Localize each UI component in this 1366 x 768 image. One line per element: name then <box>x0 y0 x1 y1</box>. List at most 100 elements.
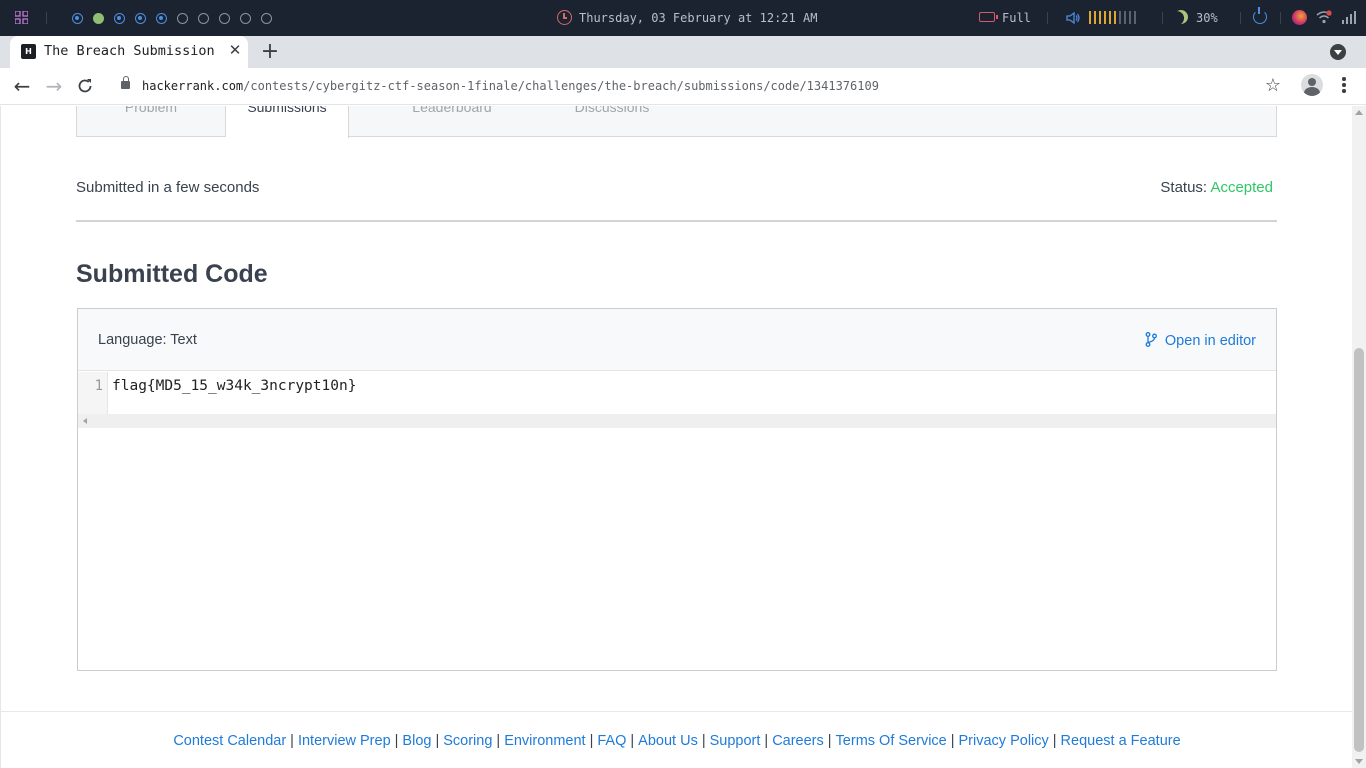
back-button[interactable]: ← <box>10 74 34 98</box>
footer-link-careers[interactable]: Careers <box>772 733 824 749</box>
profile-avatar-icon[interactable] <box>1301 74 1323 96</box>
volume-bar <box>1109 11 1111 24</box>
battery-status: Full <box>1002 11 1031 25</box>
night-light-level: 30% <box>1196 11 1218 25</box>
lock-icon[interactable] <box>121 76 130 89</box>
browser-menu-icon[interactable] <box>1337 77 1351 95</box>
scroll-up-icon[interactable] <box>1355 110 1363 115</box>
tab-discussions[interactable]: Discussions <box>537 106 687 137</box>
footer-link-contest-calendar[interactable]: Contest Calendar <box>173 733 286 749</box>
tab-leaderboard[interactable]: Leaderboard <box>377 106 527 137</box>
footer-separator: | <box>950 733 955 749</box>
footer-separator: | <box>589 733 594 749</box>
browser-toolbar: ← → hackerrank.com/contests/cybergitz-ct… <box>0 68 1366 105</box>
forward-button[interactable]: → <box>42 74 66 98</box>
scroll-left-icon[interactable] <box>83 418 87 424</box>
divider <box>1240 12 1241 24</box>
volume-bar <box>1119 11 1121 24</box>
browser-tab-strip: H The Breach Submission ✕ + <box>0 36 1366 68</box>
new-tab-button[interactable]: + <box>258 41 282 65</box>
footer-separator: | <box>827 733 832 749</box>
signal-icon <box>1342 11 1356 24</box>
tab-title: The Breach Submission <box>44 43 214 59</box>
footer-separator: | <box>1052 733 1057 749</box>
submission-status: Status: Accepted <box>1160 179 1273 196</box>
footer-link-scoring[interactable]: Scoring <box>443 733 492 749</box>
apps-grid-icon[interactable] <box>15 11 28 24</box>
submission-time: Submitted in a few seconds <box>76 179 260 196</box>
scroll-thumb[interactable] <box>1354 348 1364 752</box>
power-icon[interactable] <box>1253 7 1267 24</box>
status-badge: Accepted <box>1210 179 1273 196</box>
code-language: Language: Text <box>98 332 197 348</box>
workspace-indicator-7[interactable] <box>198 13 209 24</box>
line-number-gutter: 1 <box>78 372 108 414</box>
code-panel: Language: Text Open in editor 1 flag{MD5… <box>77 308 1277 671</box>
clock-text: Thursday, 03 February at 12:21 AM <box>579 11 818 25</box>
tab-close-icon[interactable]: ✕ <box>226 42 244 60</box>
divider <box>76 220 1277 222</box>
volume-bar <box>1129 11 1131 24</box>
bookmark-star-icon[interactable]: ☆ <box>1265 75 1281 96</box>
page-scrollbar[interactable] <box>1352 106 1366 768</box>
workspace-indicator-3[interactable] <box>114 13 125 24</box>
footer-link-request-a-feature[interactable]: Request a Feature <box>1061 733 1181 749</box>
footer-link-faq[interactable]: FAQ <box>597 733 626 749</box>
workspace-indicator-9[interactable] <box>240 13 251 24</box>
reload-icon[interactable] <box>76 77 94 95</box>
footer-link-environment[interactable]: Environment <box>504 733 585 749</box>
footer-separator: | <box>496 733 501 749</box>
footer-separator: | <box>435 733 440 749</box>
footer-separator: | <box>764 733 769 749</box>
volume-bar <box>1094 11 1096 24</box>
volume-bar <box>1089 11 1091 24</box>
line-number: 1 <box>94 378 103 394</box>
divider <box>1280 12 1281 24</box>
volume-bar <box>1104 11 1106 24</box>
workspace-indicator-1[interactable] <box>72 13 83 24</box>
scroll-down-icon[interactable] <box>1355 759 1363 764</box>
workspace-indicator-4[interactable] <box>135 13 146 24</box>
footer-link-support[interactable]: Support <box>710 733 761 749</box>
workspace-indicator-6[interactable] <box>177 13 188 24</box>
wifi-icon[interactable] <box>1316 10 1332 24</box>
status-label: Status: <box>1160 179 1208 196</box>
footer-link-about-us[interactable]: About Us <box>638 733 698 749</box>
workspace-indicator-2[interactable] <box>93 13 104 24</box>
workspace-indicator-5[interactable] <box>156 13 167 24</box>
volume-bar <box>1134 11 1136 24</box>
workspace-indicator-10[interactable] <box>261 13 272 24</box>
tab-search-icon[interactable] <box>1330 44 1346 60</box>
footer-separator: | <box>290 733 294 749</box>
workspace-indicator-8[interactable] <box>219 13 230 24</box>
volume-level-bars[interactable] <box>1089 11 1136 24</box>
page-content: Problem Submissions Leaderboard Discussi… <box>0 106 1352 768</box>
footer-separator: | <box>701 733 706 749</box>
system-bar: Thursday, 03 February at 12:21 AM Full 3… <box>0 0 1366 36</box>
tab-submissions[interactable]: Submissions <box>226 106 349 138</box>
address-bar[interactable]: hackerrank.com/contests/cybergitz-ctf-se… <box>108 72 1293 101</box>
volume-icon[interactable] <box>1066 11 1080 25</box>
horizontal-scrollbar[interactable] <box>78 414 1276 428</box>
divider <box>1047 12 1048 24</box>
divider <box>46 12 47 24</box>
section-title: Submitted Code <box>76 260 268 288</box>
code-panel-header: Language: Text Open in editor <box>78 309 1276 371</box>
url-text[interactable]: hackerrank.com/contests/cybergitz-ctf-se… <box>142 79 879 93</box>
footer-link-privacy-policy[interactable]: Privacy Policy <box>959 733 1049 749</box>
volume-bar <box>1124 11 1126 24</box>
volume-bar <box>1099 11 1101 24</box>
browser-tab[interactable]: H The Breach Submission ✕ <box>10 36 248 68</box>
footer-link-blog[interactable]: Blog <box>402 733 431 749</box>
tab-problem[interactable]: Problem <box>77 106 226 137</box>
footer-separator: | <box>630 733 635 749</box>
challenge-tabs: Problem Submissions Leaderboard Discussi… <box>76 106 1277 138</box>
firefox-tray-icon[interactable] <box>1292 10 1307 25</box>
branch-icon <box>1145 332 1157 347</box>
footer-link-terms-of-service[interactable]: Terms Of Service <box>836 733 947 749</box>
footer-link-interview-prep[interactable]: Interview Prep <box>298 733 391 749</box>
night-light-icon <box>1171 7 1190 26</box>
footer-divider <box>1 711 1352 712</box>
open-in-editor-link[interactable]: Open in editor <box>1145 332 1256 349</box>
code-line[interactable]: flag{MD5_15_w34k_3ncrypt10n} <box>112 378 356 394</box>
